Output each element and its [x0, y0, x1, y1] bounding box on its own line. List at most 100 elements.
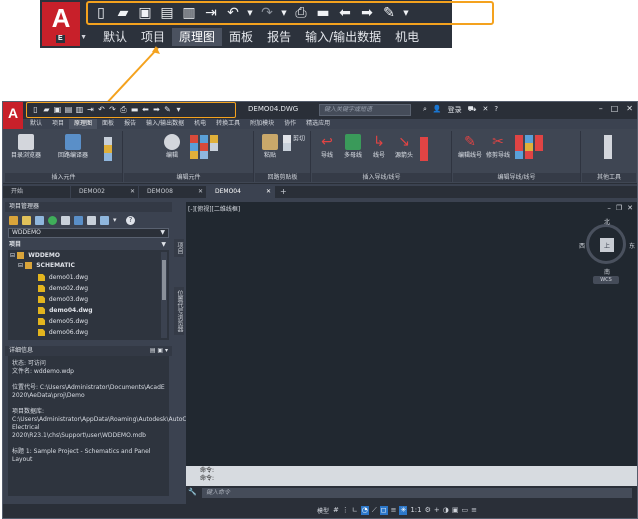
- redo-dropdown-icon[interactable]: ▼: [280, 5, 288, 21]
- project-props-icon[interactable]: [61, 215, 70, 225]
- isolate-icon[interactable]: ◑: [443, 506, 449, 515]
- insert-tools-group[interactable]: [99, 137, 119, 161]
- help-icon[interactable]: ?: [494, 105, 498, 115]
- zoom-tab-project[interactable]: 项目: [134, 28, 172, 46]
- snap-icon[interactable]: ⋮: [342, 506, 349, 515]
- gear-icon[interactable]: ⚙: [425, 506, 431, 515]
- open-icon[interactable]: ▰: [114, 5, 132, 21]
- doc-tab-demo02[interactable]: DEMO02 ✕: [71, 186, 139, 198]
- isodraft-icon[interactable]: ⟋: [372, 506, 377, 515]
- doc-tab-start[interactable]: 开始: [3, 186, 71, 198]
- back-icon[interactable]: ⬅: [141, 105, 150, 115]
- refresh-icon[interactable]: [48, 215, 57, 225]
- help-icon[interactable]: ?: [126, 215, 135, 225]
- tab-report[interactable]: 报告: [119, 119, 141, 129]
- edit-wire-number-button[interactable]: ✎ 编辑线号: [457, 134, 483, 159]
- edit-button[interactable]: 编辑: [160, 134, 184, 159]
- open-icon[interactable]: ▰: [42, 105, 51, 115]
- sign-icon[interactable]: ✎: [163, 105, 172, 115]
- wire-button[interactable]: ↩ 导线: [316, 134, 338, 159]
- new-icon[interactable]: ▯: [92, 5, 110, 21]
- publish-icon[interactable]: ▥: [75, 105, 84, 115]
- ortho-icon[interactable]: ∟: [352, 506, 358, 515]
- redo-icon[interactable]: ↷: [108, 105, 117, 115]
- grid-icon[interactable]: #: [333, 506, 339, 515]
- print-icon[interactable]: ⎙: [119, 105, 128, 115]
- cut-button[interactable]: 剪切: [283, 135, 309, 151]
- panel-title-circuit-clipboard[interactable]: 回路剪贴板: [255, 173, 310, 182]
- trim-wire-button[interactable]: ✂ 修剪导线: [485, 134, 511, 159]
- clean-screen-icon[interactable]: ▭: [461, 506, 468, 515]
- folder-icon[interactable]: ▬: [314, 5, 332, 21]
- login-button[interactable]: 登录: [448, 105, 462, 115]
- tab-add-ins[interactable]: 附加模块: [245, 119, 279, 129]
- side-tab-project[interactable]: 项目: [174, 239, 184, 257]
- close-icon[interactable]: ✕: [266, 186, 271, 198]
- compass-south[interactable]: 南: [604, 267, 610, 276]
- search-input[interactable]: 键入关键字或短语: [319, 104, 411, 116]
- back-icon[interactable]: ⬅: [336, 5, 354, 21]
- doc-tab-demo04[interactable]: DEMO04 ✕: [207, 186, 275, 198]
- export-icon[interactable]: ⇥: [86, 105, 95, 115]
- zoom-tab-schematic[interactable]: 原理图: [172, 28, 223, 46]
- close-icon[interactable]: ✕: [627, 204, 633, 212]
- zoom-tab-panel[interactable]: 面板: [222, 28, 260, 46]
- print-icon[interactable]: ⎙: [292, 5, 310, 21]
- panel-title-other-tools[interactable]: 其他工具: [582, 173, 636, 182]
- save-icon[interactable]: ▣: [136, 5, 154, 21]
- viewport-controls-label[interactable]: [-][俯视][二维线框]: [188, 204, 240, 213]
- polar-icon[interactable]: ◔: [360, 506, 369, 515]
- new-project-icon[interactable]: [22, 215, 31, 225]
- edit-tools-group[interactable]: [190, 135, 250, 159]
- add-tab-icon[interactable]: +: [275, 186, 292, 198]
- compass-west[interactable]: 西: [579, 241, 585, 250]
- undo-icon[interactable]: ↶: [224, 5, 242, 21]
- tree-file-node-active[interactable]: demo04.dwg: [38, 306, 93, 316]
- zoom-tab-electromechanical[interactable]: 机电: [388, 28, 426, 46]
- multi-bus-button[interactable]: 多母线: [342, 134, 364, 159]
- forward-icon[interactable]: ➡: [358, 5, 376, 21]
- tab-default[interactable]: 默认: [25, 119, 47, 129]
- project-section-header[interactable]: 项目 ▼: [5, 240, 172, 250]
- tree-file-node[interactable]: demo06.dwg: [38, 328, 88, 338]
- source-arrow-button[interactable]: ↘ 源箭头: [392, 134, 416, 159]
- folder-icon[interactable]: ▬: [130, 105, 139, 115]
- minimize-icon[interactable]: –: [607, 204, 611, 212]
- save-as-icon[interactable]: ▤: [64, 105, 73, 115]
- lineweight-icon[interactable]: ≡: [391, 506, 397, 515]
- customize-icon[interactable]: ≡: [471, 506, 477, 515]
- zoom-tab-report[interactable]: 报告: [260, 28, 298, 46]
- details-view-icons[interactable]: ▤ ▣ ▾: [150, 346, 168, 356]
- other-tools-group[interactable]: [596, 135, 622, 159]
- sign-icon[interactable]: ✎: [380, 5, 398, 21]
- edit-wire-tools-group[interactable]: [515, 135, 577, 159]
- save-as-icon[interactable]: ▤: [158, 5, 176, 21]
- scrollbar-thumb[interactable]: [162, 260, 166, 300]
- tab-electromechanical[interactable]: 机电: [189, 119, 211, 129]
- project-select[interactable]: WDDEMO ▼: [8, 228, 169, 238]
- exchange-icon[interactable]: ✕: [482, 105, 488, 115]
- command-input[interactable]: 键入命令: [202, 488, 632, 498]
- user-icon[interactable]: 👤: [433, 105, 442, 115]
- redo-icon[interactable]: ↷: [258, 5, 276, 21]
- save-icon[interactable]: ▣: [53, 105, 62, 115]
- close-icon[interactable]: ✕: [130, 186, 135, 198]
- tree-file-node[interactable]: demo01.dwg: [38, 273, 88, 283]
- customize-icon[interactable]: ▾: [174, 105, 183, 115]
- wrench-icon[interactable]: 🔧: [188, 488, 197, 496]
- tree-file-node[interactable]: demo02.dwg: [38, 284, 88, 294]
- collapse-icon[interactable]: ⊟: [18, 262, 23, 269]
- minimize-icon[interactable]: –: [599, 104, 603, 113]
- panel-title-edit-components[interactable]: 编辑元件: [124, 173, 253, 182]
- circuit-builder-button[interactable]: 回路编译器: [53, 134, 93, 159]
- tab-schematic[interactable]: 原理图: [69, 119, 98, 129]
- new-drawing-icon[interactable]: [35, 215, 44, 225]
- doc-tab-demo08[interactable]: DEMO08 ✕: [139, 186, 207, 198]
- hardware-accel-icon[interactable]: ▣: [452, 506, 459, 515]
- close-icon[interactable]: ✕: [198, 186, 203, 198]
- drawing-canvas[interactable]: [-][俯视][二维线框] – ❐ ✕ 北 南 东 西 上 WCS: [186, 202, 637, 466]
- panel-title-edit-wires[interactable]: 编辑导线/线号: [453, 173, 580, 182]
- tree-file-node[interactable]: demo05.dwg: [38, 317, 88, 327]
- cart-icon[interactable]: ⛟: [468, 105, 477, 115]
- restore-icon[interactable]: ❐: [616, 204, 622, 212]
